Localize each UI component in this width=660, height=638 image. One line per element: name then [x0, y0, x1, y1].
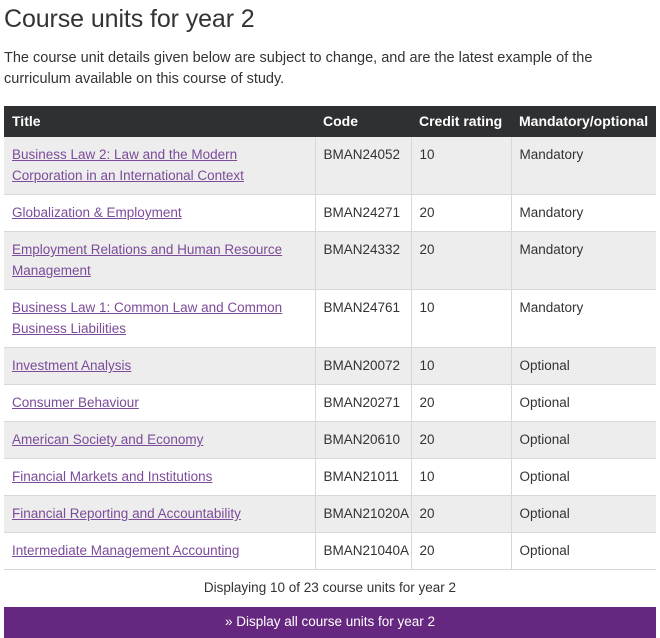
cell-mandatory: Optional [511, 532, 656, 570]
column-header-mandatory: Mandatory/optional [511, 106, 656, 137]
table-row: Business Law 2: Law and the Modern Corpo… [4, 137, 656, 195]
course-units-page: Course units for year 2 The course unit … [0, 0, 660, 638]
cell-credit: 10 [411, 137, 512, 195]
cell-credit: 20 [411, 532, 512, 570]
cell-mandatory: Optional [511, 347, 656, 385]
course-unit-link[interactable]: Financial Markets and Institutions [12, 469, 212, 484]
table-row: Financial Markets and Institutions BMAN2… [4, 458, 656, 496]
table-header-row: Title Code Credit rating Mandatory/optio… [4, 106, 656, 137]
table-row: Business Law 1: Common Law and Common Bu… [4, 289, 656, 348]
table-summary-row: Displaying 10 of 23 course units for yea… [4, 569, 656, 606]
cell-mandatory: Optional [511, 495, 656, 533]
cell-code: BMAN21020A [315, 495, 412, 533]
column-header-title: Title [4, 106, 315, 137]
cell-title: Financial Reporting and Accountability [4, 495, 316, 533]
cell-title: Business Law 1: Common Law and Common Bu… [4, 289, 316, 348]
cell-credit: 20 [411, 194, 512, 232]
cell-mandatory: Mandatory [511, 289, 656, 348]
table-row: Financial Reporting and Accountability B… [4, 495, 656, 533]
cell-code: BMAN24332 [315, 231, 412, 290]
cell-title: Consumer Behaviour [4, 384, 316, 422]
cell-code: BMAN24052 [315, 137, 412, 195]
table-row: Intermediate Management Accounting BMAN2… [4, 532, 656, 570]
cell-code: BMAN20610 [315, 421, 412, 459]
course-unit-link[interactable]: Business Law 1: Common Law and Common Bu… [12, 300, 282, 336]
column-header-credit: Credit rating [411, 106, 511, 137]
cell-mandatory: Optional [511, 421, 656, 459]
cell-credit: 10 [411, 289, 512, 348]
course-unit-link[interactable]: Consumer Behaviour [12, 395, 139, 410]
course-units-table: Title Code Credit rating Mandatory/optio… [4, 106, 656, 606]
cell-credit: 10 [411, 458, 512, 496]
cell-title: American Society and Economy [4, 421, 316, 459]
cell-code: BMAN24271 [315, 194, 412, 232]
cell-credit: 10 [411, 347, 512, 385]
cell-title: Financial Markets and Institutions [4, 458, 316, 496]
page-title: Course units for year 2 [4, 5, 255, 33]
table-row: Consumer Behaviour BMAN20271 20 Optional [4, 384, 656, 422]
cell-title: Business Law 2: Law and the Modern Corpo… [4, 137, 316, 195]
course-unit-link[interactable]: Globalization & Employment [12, 205, 182, 220]
column-header-code: Code [315, 106, 411, 137]
cell-title: Globalization & Employment [4, 194, 316, 232]
cell-mandatory: Mandatory [511, 194, 656, 232]
cell-code: BMAN20271 [315, 384, 412, 422]
table-row: Investment Analysis BMAN20072 10 Optiona… [4, 347, 656, 385]
course-unit-link[interactable]: American Society and Economy [12, 432, 203, 447]
cell-mandatory: Optional [511, 384, 656, 422]
cell-credit: 20 [411, 421, 512, 459]
cell-credit: 20 [411, 384, 512, 422]
table-row: American Society and Economy BMAN20610 2… [4, 421, 656, 459]
table-body: Business Law 2: Law and the Modern Corpo… [4, 137, 656, 606]
course-unit-link[interactable]: Employment Relations and Human Resource … [12, 242, 282, 278]
cell-credit: 20 [411, 231, 512, 290]
cell-title: Employment Relations and Human Resource … [4, 231, 316, 290]
table-header: Title Code Credit rating Mandatory/optio… [4, 106, 656, 137]
cell-code: BMAN21040A [315, 532, 412, 570]
cell-mandatory: Mandatory [511, 231, 656, 290]
table-row: Globalization & Employment BMAN24271 20 … [4, 194, 656, 232]
course-units-table-wrapper: Title Code Credit rating Mandatory/optio… [4, 106, 656, 606]
course-unit-link[interactable]: Financial Reporting and Accountability [12, 506, 241, 521]
cell-title: Investment Analysis [4, 347, 316, 385]
cell-mandatory: Optional [511, 458, 656, 496]
table-row: Employment Relations and Human Resource … [4, 231, 656, 290]
results-summary-text: Displaying 10 of 23 course units for yea… [4, 569, 656, 606]
course-unit-link[interactable]: Intermediate Management Accounting [12, 543, 239, 558]
cell-title: Intermediate Management Accounting [4, 532, 316, 570]
cell-code: BMAN20072 [315, 347, 412, 385]
course-unit-link[interactable]: Investment Analysis [12, 358, 131, 373]
cell-code: BMAN21011 [315, 458, 412, 496]
course-unit-link[interactable]: Business Law 2: Law and the Modern Corpo… [12, 147, 244, 183]
cell-code: BMAN24761 [315, 289, 412, 348]
intro-paragraph: The course unit details given below are … [4, 50, 593, 87]
cell-credit: 20 [411, 495, 512, 533]
display-all-course-units-button[interactable]: » Display all course units for year 2 [4, 607, 656, 638]
cell-mandatory: Mandatory [511, 137, 656, 195]
